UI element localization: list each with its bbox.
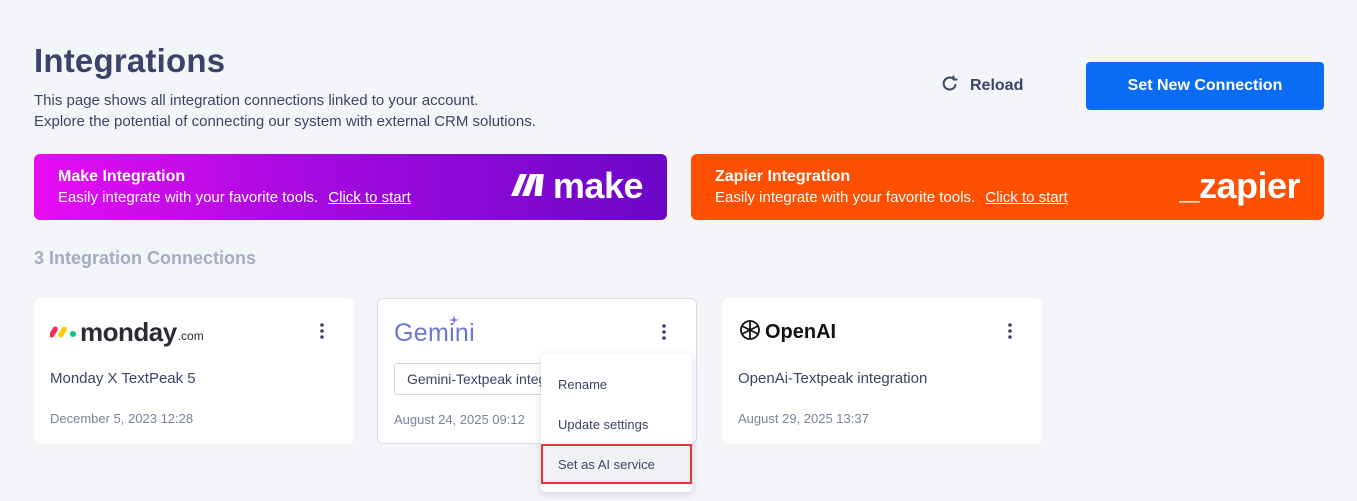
connection-card-openai[interactable]: OpenAI OpenAi-Textpeak integration Augus… bbox=[722, 298, 1042, 444]
connection-name: Monday X TextPeak 5 bbox=[50, 370, 196, 387]
make-click-to-start-link[interactable]: Click to start bbox=[328, 189, 411, 206]
page-title: Integrations bbox=[34, 42, 226, 79]
more-options-icon[interactable] bbox=[314, 321, 330, 341]
connection-card-monday[interactable]: monday .com Monday X TextPeak 5 December… bbox=[34, 298, 354, 444]
make-logo: make bbox=[510, 165, 644, 206]
gemini-logo-text: Gemini bbox=[394, 318, 475, 347]
page-description: This page shows all integration connecti… bbox=[34, 90, 536, 132]
zapier-integration-banner[interactable]: Zapier Integration Easily integrate with… bbox=[691, 154, 1324, 220]
zapier-click-to-start-link[interactable]: Click to start bbox=[985, 189, 1068, 206]
make-integration-banner[interactable]: Make Integration Easily integrate with y… bbox=[34, 154, 667, 220]
zapier-logo: _zapier bbox=[1179, 165, 1300, 206]
monday-logo-text: monday bbox=[80, 316, 177, 347]
reload-button[interactable]: Reload bbox=[940, 73, 1023, 99]
monday-mark-icon bbox=[49, 322, 80, 343]
menu-item-set-as-ai-service[interactable]: Set as AI service bbox=[541, 444, 692, 484]
connections-heading: 3 Integration Connections bbox=[34, 248, 257, 268]
sparkle-icon bbox=[449, 312, 459, 330]
menu-item-update-settings[interactable]: Update settings bbox=[541, 404, 692, 444]
description-line-2: Explore the potential of connecting our … bbox=[34, 113, 536, 130]
openai-logo: OpenAI bbox=[738, 318, 836, 346]
reload-label: Reload bbox=[970, 77, 1024, 94]
set-new-connection-button[interactable]: Set New Connection bbox=[1086, 62, 1324, 110]
connection-context-menu: Rename Update settings Set as AI service bbox=[541, 354, 692, 492]
connection-name: OpenAi-Textpeak integration bbox=[738, 370, 928, 387]
make-banner-subtitle-text: Easily integrate with your favorite tool… bbox=[58, 189, 319, 206]
menu-item-rename[interactable]: Rename bbox=[541, 364, 692, 404]
integrations-page: Integrations This page shows all integra… bbox=[0, 0, 1357, 501]
description-line-1: This page shows all integration connecti… bbox=[34, 92, 479, 109]
connection-date: August 29, 2025 13:37 bbox=[738, 411, 869, 426]
make-logo-text: make bbox=[552, 165, 644, 206]
zapier-banner-subtitle-text: Easily integrate with your favorite tool… bbox=[715, 189, 976, 206]
monday-logo-suffix: .com bbox=[177, 329, 204, 343]
make-mark-icon bbox=[510, 172, 545, 201]
connection-date: August 24, 2025 09:12 bbox=[394, 412, 525, 427]
monday-logo: monday .com bbox=[49, 316, 204, 347]
openai-mark-icon bbox=[738, 318, 762, 347]
openai-logo-text: OpenAI bbox=[765, 320, 837, 343]
more-options-icon[interactable] bbox=[1002, 321, 1018, 341]
gemini-logo: Gemini bbox=[394, 315, 485, 347]
connection-date: December 5, 2023 12:28 bbox=[50, 411, 194, 426]
refresh-icon bbox=[940, 74, 960, 99]
more-options-icon[interactable] bbox=[656, 322, 672, 342]
